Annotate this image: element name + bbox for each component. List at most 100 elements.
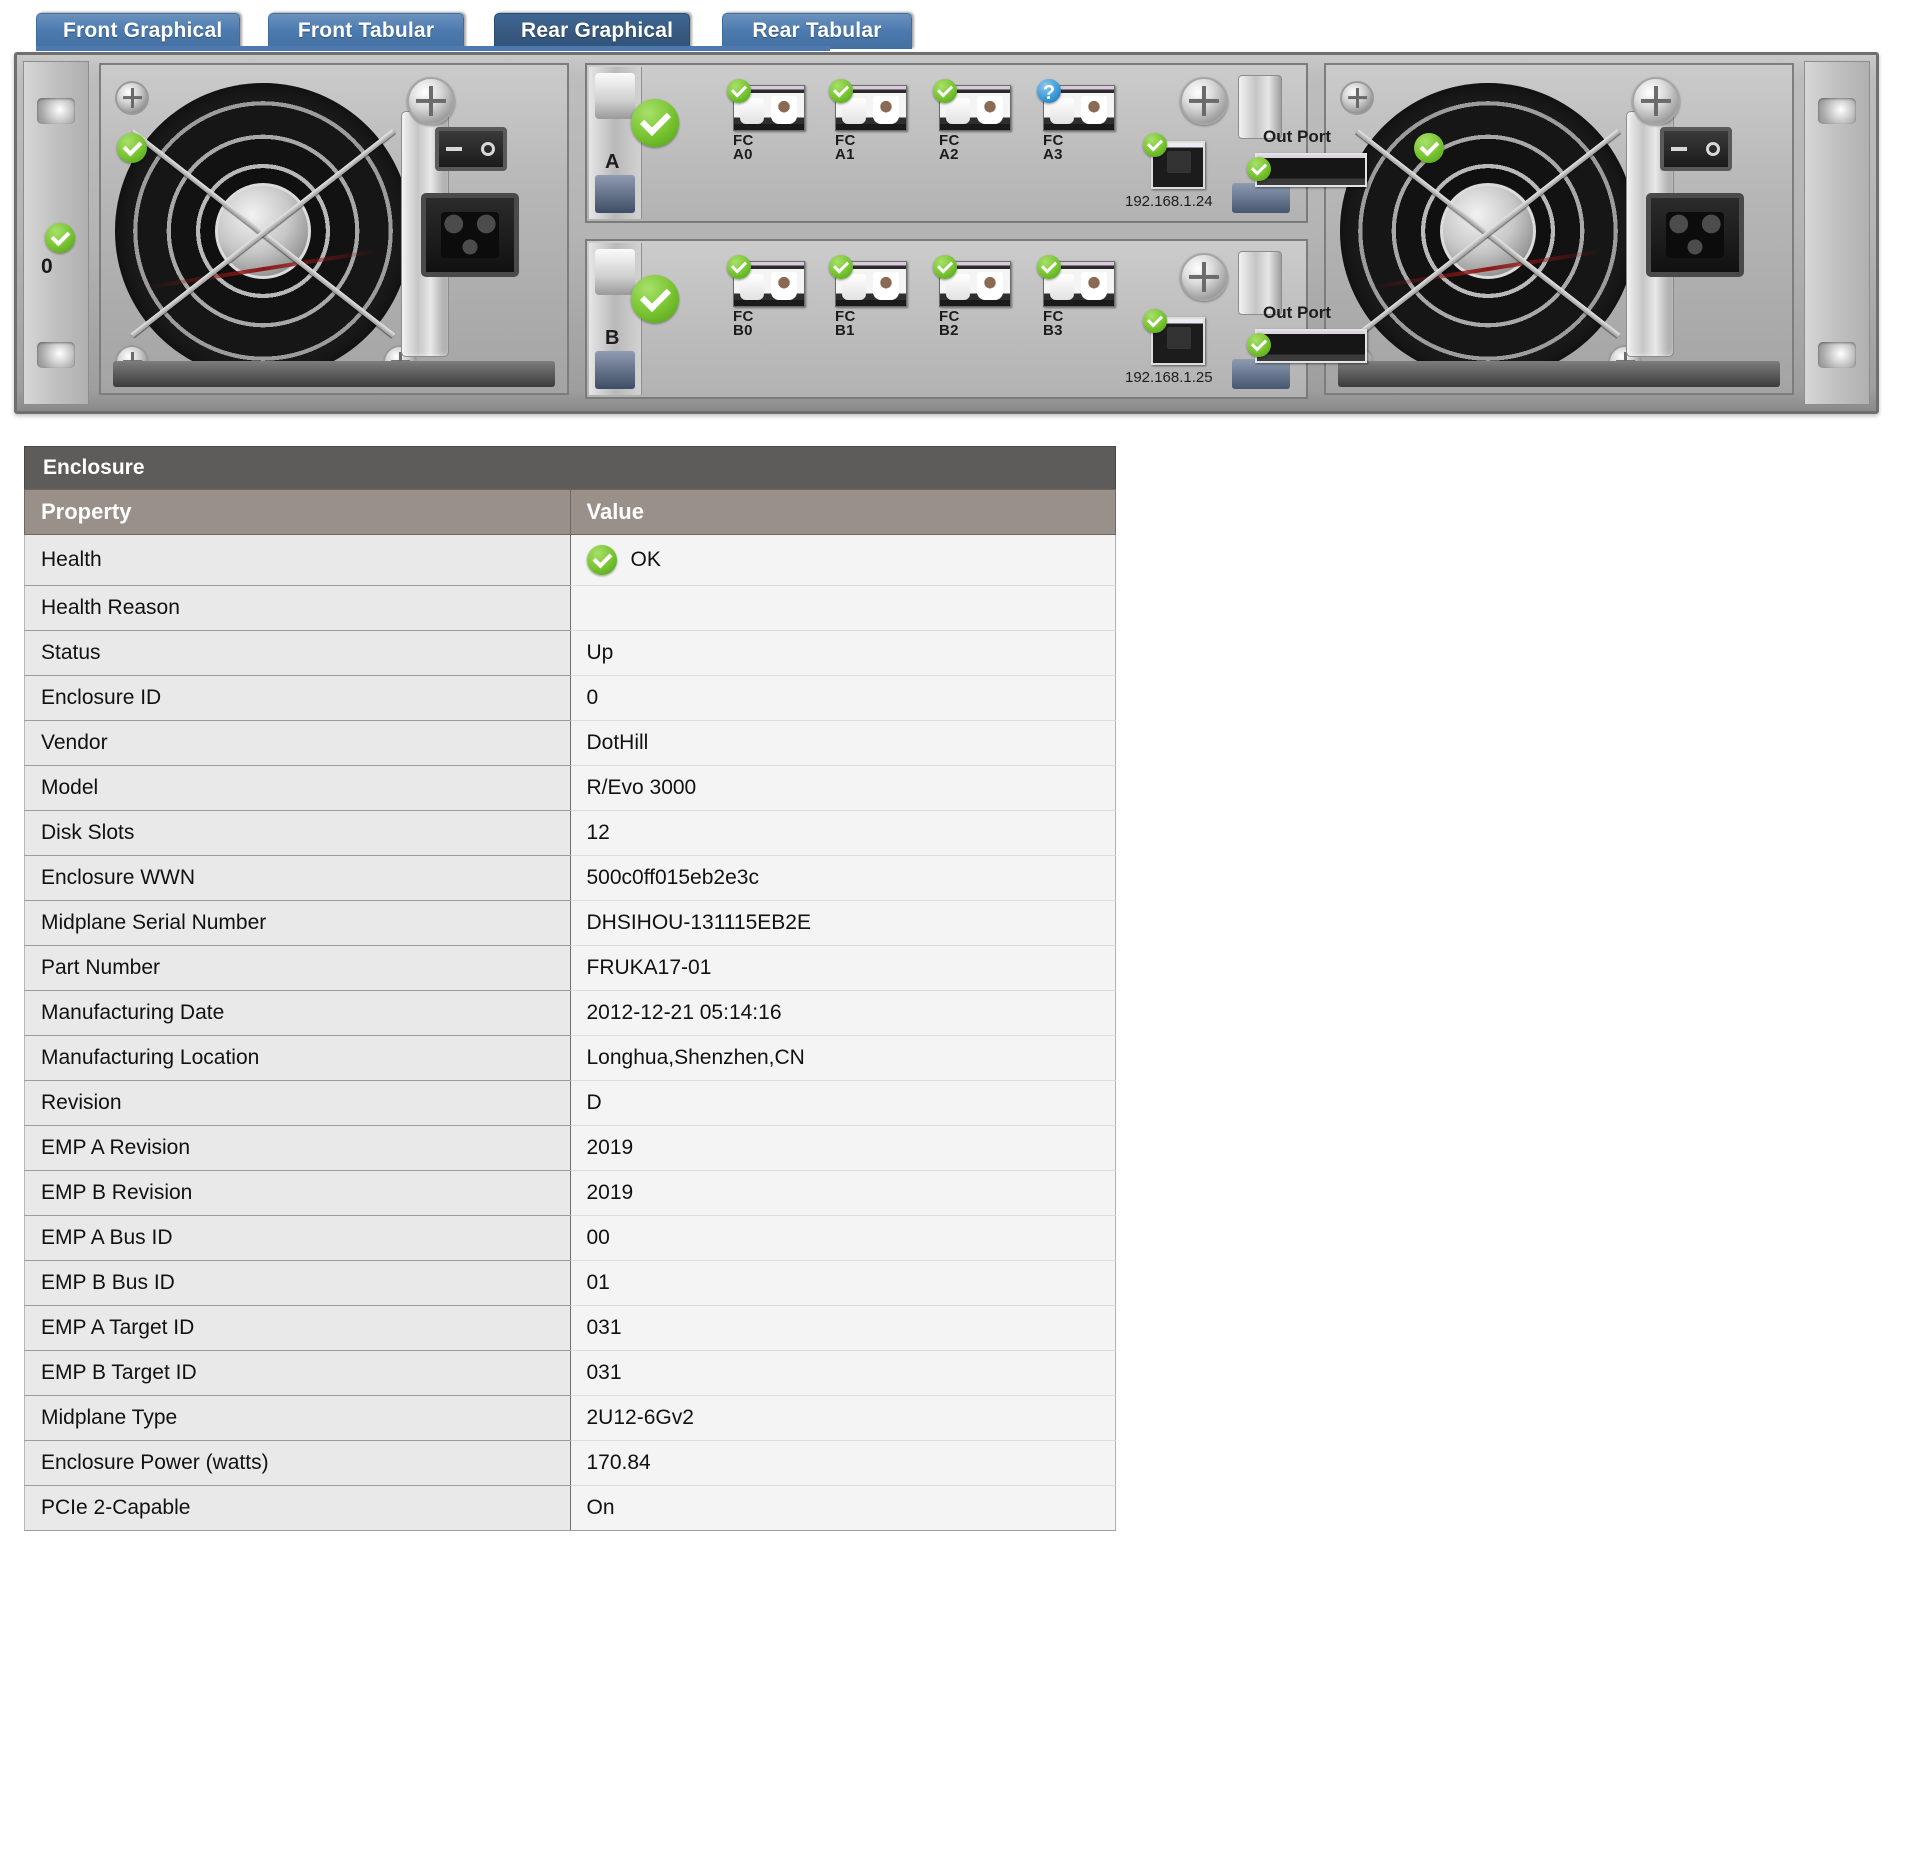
tab-front-graphical[interactable]: Front Graphical <box>36 13 240 49</box>
fc-port-a2[interactable]: FC A2 <box>933 79 1011 162</box>
controller-b-out-port-label: Out Port <box>1263 303 1331 322</box>
psu-right-power-socket <box>1646 193 1744 277</box>
value-text: OK <box>630 548 661 571</box>
value-cell: 2012-12-21 05:14:16 <box>570 990 1116 1036</box>
fc-port-b2-label-bottom: B2 <box>939 322 959 339</box>
controller-a-out-port[interactable] <box>1255 153 1367 187</box>
value-cell: 0 <box>570 675 1116 721</box>
tab-rear-tabular[interactable]: Rear Tabular <box>722 13 912 49</box>
fc-port-b3-label-bottom: B3 <box>1043 322 1063 339</box>
table-row: Midplane Serial Number DHSIHOU-131115EB2E <box>24 900 1116 946</box>
table-row: Enclosure WWN 500c0ff015eb2e3c <box>24 855 1116 901</box>
table-row: EMP B Target ID 031 <box>24 1350 1116 1396</box>
column-header-property: Property <box>24 489 571 535</box>
property-cell: Health Reason <box>24 585 571 631</box>
fc-port-a1[interactable]: FC A1 <box>829 79 907 163</box>
psu-left-fan-grille <box>115 83 411 379</box>
property-cell: EMP A Revision <box>24 1125 571 1171</box>
tab-front-tabular[interactable]: Front Tabular <box>268 13 464 49</box>
controller-b-network-port-status-icon[interactable] <box>1143 309 1167 333</box>
psu-right-power-switch[interactable] <box>1660 127 1732 171</box>
psu-right-fan-grille <box>1340 83 1636 379</box>
fc-port-a0[interactable]: FC A0 <box>727 79 805 163</box>
psu-left-power-switch[interactable] <box>435 127 507 171</box>
controller-module-b[interactable]: B FC B0 FC B1 FC B2 FC B3 192.168.1.25 O… <box>585 239 1367 399</box>
property-cell: Enclosure Power (watts) <box>24 1440 571 1486</box>
fc-port-a1-label-bottom: A1 <box>835 146 855 163</box>
table-row: EMP B Bus ID 01 <box>24 1260 1116 1306</box>
table-row: Disk Slots 12 <box>24 810 1116 856</box>
table-row: EMP A Bus ID 00 <box>24 1215 1116 1261</box>
fc-port-b2-status-icon[interactable] <box>933 255 957 279</box>
tab-rear-graphical[interactable]: Rear Graphical <box>494 13 690 49</box>
value-cell: Longhua,Shenzhen,CN <box>570 1035 1116 1081</box>
controller-b-letter: B <box>605 327 620 349</box>
property-cell: Part Number <box>24 945 571 991</box>
enclosure-health-icon[interactable] <box>45 223 75 253</box>
controller-b-thumbscrew[interactable] <box>1180 253 1228 301</box>
enclosure-rear-graphic[interactable]: 0 A FC A0 FC A1 FC A2 FC A3 ? 192.168.1.… <box>14 52 1879 414</box>
rail-hole-bottom-right <box>1818 342 1856 368</box>
power-supply-right-health-icon[interactable] <box>1414 133 1444 163</box>
view-tab-bar: Front Graphical Front Tabular Rear Graph… <box>0 0 1920 52</box>
controller-module-a[interactable]: A FC A0 FC A1 FC A2 FC A3 ? 192.168.1.24… <box>585 63 1367 223</box>
property-cell: Disk Slots <box>24 810 571 856</box>
psu-left-power-socket <box>421 193 519 277</box>
fc-port-a0-label-bottom: A0 <box>733 146 753 163</box>
value-cell: 170.84 <box>570 1440 1116 1486</box>
psu-left-fan <box>115 83 411 379</box>
power-supply-left-health-icon[interactable] <box>117 133 147 163</box>
psu-right-footer <box>1338 361 1780 387</box>
property-cell: Midplane Type <box>24 1395 571 1441</box>
fc-port-b3[interactable]: FC B3 <box>1037 255 1115 339</box>
psu-left-thumbscrew[interactable] <box>407 77 455 125</box>
controller-b-out-port[interactable] <box>1255 329 1367 363</box>
controller-a-out-port-status-icon[interactable] <box>1247 157 1271 181</box>
fc-port-b1[interactable]: FC B1 <box>829 255 907 339</box>
fc-port-a0-status-icon[interactable] <box>727 79 751 103</box>
value-cell: FRUKA17-01 <box>570 945 1116 991</box>
property-cell: Enclosure ID <box>24 675 571 721</box>
power-supply-right[interactable] <box>1324 63 1794 395</box>
fc-port-a3[interactable]: FC A3 <box>1037 78 1115 162</box>
controller-b-out-port-status-icon[interactable] <box>1247 333 1271 357</box>
fc-port-b0[interactable]: FC B0 <box>727 255 805 339</box>
enclosure-id-label: 0 <box>41 255 53 278</box>
enclosure-properties-table: Enclosure Property Value Health OK Health … <box>24 446 1116 1531</box>
fc-port-b3-status-icon[interactable] <box>1037 255 1061 279</box>
rail-hole-top-left <box>37 98 75 124</box>
fc-port-b0-status-icon[interactable] <box>727 255 751 279</box>
fc-port-b0-label-bottom: B0 <box>733 322 753 339</box>
property-cell: EMP B Bus ID <box>24 1260 571 1306</box>
value-cell: 2019 <box>570 1170 1116 1216</box>
psu-left-screw-top <box>115 81 149 115</box>
property-cell: Manufacturing Location <box>24 1035 571 1081</box>
fc-port-b1-status-icon[interactable] <box>829 255 853 279</box>
psu-right-screw-top <box>1340 81 1374 115</box>
table-row: Revision D <box>24 1080 1116 1126</box>
table-header-row: Property Value <box>24 489 1116 535</box>
fc-port-b1-label-bottom: B1 <box>835 322 855 339</box>
fc-port-b2[interactable]: FC B2 <box>933 255 1011 339</box>
controller-a-health-icon[interactable] <box>631 99 679 147</box>
property-cell: EMP B Target ID <box>24 1350 571 1396</box>
table-row: Midplane Type 2U12-6Gv2 <box>24 1395 1116 1441</box>
tab-bar-rule <box>36 46 830 51</box>
table-row: PCIe 2-Capable On <box>24 1485 1116 1531</box>
property-cell: EMP B Revision <box>24 1170 571 1216</box>
controller-b-health-icon[interactable] <box>631 275 679 323</box>
value-cell: DHSIHOU-131115EB2E <box>570 900 1116 946</box>
value-cell: OK <box>570 534 1116 586</box>
ok-check-icon <box>631 275 679 323</box>
fc-port-a3-status-icon[interactable] <box>1037 78 1061 108</box>
controller-b-foot <box>1232 359 1290 389</box>
table-row: EMP B Revision 2019 <box>24 1170 1116 1216</box>
value-with-icon: OK <box>586 545 1116 575</box>
psu-right-thumbscrew[interactable] <box>1632 77 1680 125</box>
value-cell: 2U12-6Gv2 <box>570 1395 1116 1441</box>
controller-a-thumbscrew[interactable] <box>1180 77 1228 125</box>
power-supply-left[interactable] <box>99 63 569 395</box>
fc-port-a2-status-icon[interactable] <box>933 79 957 103</box>
controller-a-network-port-status-icon[interactable] <box>1143 133 1167 157</box>
fc-port-a1-status-icon[interactable] <box>829 79 853 103</box>
